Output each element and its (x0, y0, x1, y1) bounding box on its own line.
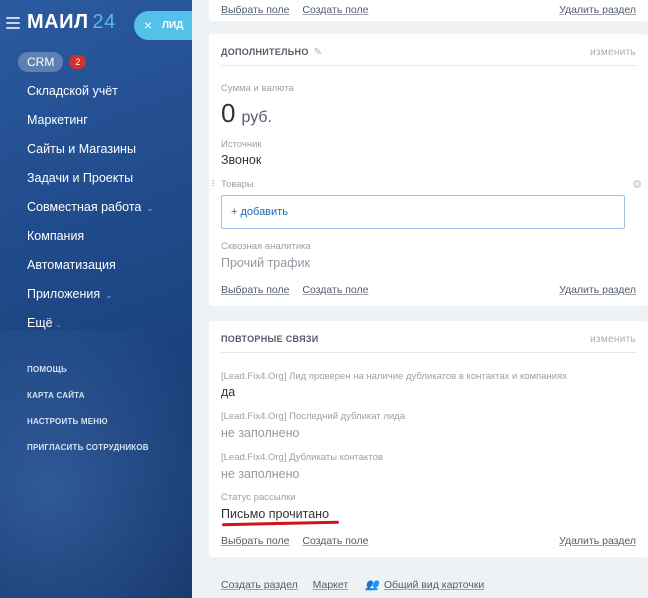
sidebar-item[interactable]: Приложения ⌄ (27, 286, 154, 315)
market-link[interactable]: Маркет (313, 579, 349, 591)
section-repeat-contacts: ПОВТОРНЫЕ СВЯЗИ изменить [Lead.Fix4.Org]… (209, 321, 648, 557)
delete-section-link[interactable]: Удалить раздел (559, 535, 636, 547)
field-value: не заполнено (221, 467, 300, 481)
edit-section-link[interactable]: изменить (590, 334, 636, 345)
section-card-top: Выбрать поле Создать поле Удалить раздел (209, 0, 648, 21)
field-label: [Lead.Fix4.Org] Лид проверен на наличие … (221, 371, 567, 382)
add-product-button[interactable]: + добавить (231, 206, 288, 218)
delete-section-link[interactable]: Удалить раздел (559, 284, 636, 296)
create-field-link[interactable]: Создать поле (302, 535, 368, 547)
menu-icon[interactable] (6, 17, 20, 29)
chevron-down-icon: ⌄ (55, 322, 62, 329)
section-header: ПОВТОРНЫЕ СВЯЗИ изменить (221, 333, 636, 353)
sidebar-item-crm[interactable]: CRM 2 (18, 52, 87, 72)
create-section-link[interactable]: Создать раздел (221, 579, 298, 591)
section-header: ДОПОЛНИТЕЛЬНО ✎ изменить (221, 46, 636, 66)
gear-icon[interactable]: ⚙ (632, 178, 642, 191)
field-value: да (221, 385, 236, 399)
select-field-link[interactable]: Выбрать поле (221, 4, 289, 16)
field-label: Источник (221, 139, 262, 150)
mailing-status-value: Письмо прочитано (221, 507, 330, 521)
close-icon[interactable]: × (144, 11, 152, 40)
section-footer: Выбрать поле Создать поле Удалить раздел (221, 284, 636, 296)
field-label: Сумма и валюта (221, 83, 294, 94)
sidebar-link-help[interactable]: ПОМОЩЬ (27, 364, 149, 390)
drag-handle-icon[interactable]: ⁞⁞ (211, 178, 215, 188)
pencil-icon[interactable]: ✎ (314, 47, 323, 58)
sidebar-item[interactable]: Ещё ⌄ (27, 315, 154, 344)
section-title[interactable]: ДОПОЛНИТЕЛЬНО ✎ (221, 47, 322, 58)
field-label: [Lead.Fix4.Org] Дубликаты контактов (221, 452, 383, 463)
counter-badge: 2 (69, 55, 87, 69)
sidebar-item[interactable]: Компания (27, 228, 154, 257)
sidebar-secondary: ПОМОЩЬ КАРТА САЙТА НАСТРОИТЬ МЕНЮ ПРИГЛА… (27, 364, 149, 468)
section-additional: ДОПОЛНИТЕЛЬНО ✎ изменить Сумма и валюта 0… (209, 34, 648, 306)
lead-tab[interactable]: × ЛИД (134, 11, 192, 40)
create-field-link[interactable]: Создать поле (302, 4, 368, 16)
lead-tab-label: ЛИД (162, 20, 184, 31)
bottom-actions: Создать раздел Маркет 👥 Общий вид карточк… (221, 578, 484, 591)
section-title[interactable]: ПОВТОРНЫЕ СВЯЗИ (221, 334, 319, 344)
people-icon: 👥 (365, 579, 379, 591)
sidebar-item[interactable]: Маркетинг (27, 112, 154, 141)
sidebar-item[interactable]: Сайты и Магазины (27, 141, 154, 170)
field-label: [Lead.Fix4.Org] Последний дубликат лида (221, 411, 406, 422)
edit-section-link[interactable]: изменить (590, 47, 636, 58)
create-field-link[interactable]: Создать поле (302, 284, 368, 296)
section-footer: Выбрать поле Создать поле Удалить раздел (221, 535, 636, 547)
select-field-link[interactable]: Выбрать поле (221, 284, 289, 296)
sum-value: 0 руб. (221, 98, 272, 128)
common-view-link[interactable]: Общий вид карточки (384, 579, 484, 591)
chevron-down-icon: ⌄ (146, 203, 154, 213)
products-box: + добавить (221, 195, 625, 229)
field-label: Статус рассылки (221, 492, 296, 503)
sidebar: МАИЛ 24 CRM 2 Складской учёт Маркетинг Сай… (0, 0, 192, 598)
logo[interactable]: МАИЛ 24 (27, 11, 116, 34)
sidebar-link-sitemap[interactable]: КАРТА САЙТА (27, 390, 149, 416)
sidebar-item[interactable]: Задачи и Проекты (27, 170, 154, 199)
sidebar-item[interactable]: Складской учёт (27, 83, 154, 112)
highlight-underline (221, 520, 340, 527)
sidebar-item[interactable]: Автоматизация (27, 257, 154, 286)
crm-label: CRM (18, 52, 64, 72)
main-content: Выбрать поле Создать поле Удалить раздел… (192, 0, 648, 598)
field-value: не заполнено (221, 426, 300, 440)
field-label: Товары (221, 179, 254, 190)
sidebar-menu: Складской учёт Маркетинг Сайты и Магазин… (27, 83, 154, 344)
delete-section-link[interactable]: Удалить раздел (559, 4, 636, 16)
select-field-link[interactable]: Выбрать поле (221, 535, 289, 547)
section-footer: Выбрать поле Создать поле Удалить раздел (221, 4, 636, 16)
source-value: Звонок (221, 153, 262, 167)
sidebar-link-configure-menu[interactable]: НАСТРОИТЬ МЕНЮ (27, 416, 149, 442)
chevron-down-icon: ⌄ (105, 290, 113, 300)
sidebar-link-invite[interactable]: ПРИГЛАСИТЬ СОТРУДНИКОВ (27, 442, 149, 468)
field-label: Сквозная аналитика (221, 241, 311, 252)
analytics-value: Прочий трафик (221, 256, 310, 270)
sidebar-item[interactable]: Совместная работа ⌄ (27, 199, 154, 228)
